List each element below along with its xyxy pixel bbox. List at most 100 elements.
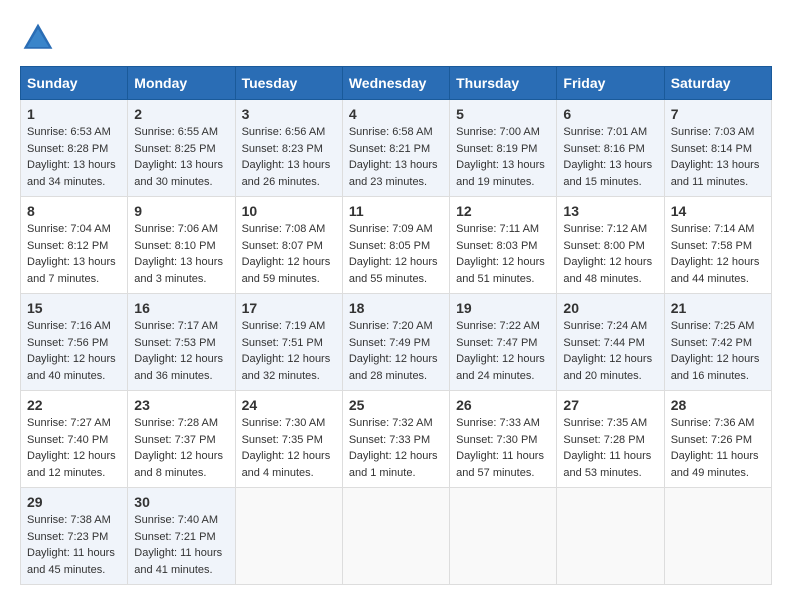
sunrise-text: Sunrise: 7:14 AM: [671, 223, 755, 235]
day-info: Sunrise: 7:11 AM Sunset: 8:03 PM Daylight:…: [456, 221, 550, 287]
day-number: 18: [349, 300, 443, 316]
day-number: 28: [671, 397, 765, 413]
sunrise-text: Sunrise: 7:38 AM: [27, 514, 111, 526]
day-number: 25: [349, 397, 443, 413]
sunrise-text: Sunrise: 7:36 AM: [671, 417, 755, 429]
day-info: Sunrise: 7:12 AMSunset: 8:00 PMDaylight:…: [563, 221, 657, 287]
calendar-day-cell: 2 Sunrise: 6:55 AM Sunset: 8:25 PM Daylight…: [128, 100, 235, 197]
day-info: Sunrise: 7:24 AMSunset: 7:44 PMDaylight:…: [563, 318, 657, 384]
day-info: Sunrise: 7:40 AMSunset: 7:21 PMDaylight:…: [134, 512, 228, 578]
calendar-day-cell: [235, 488, 342, 585]
day-number: 7: [671, 106, 765, 122]
daylight-text: Daylight: 12 hours and 51 minutes.: [456, 256, 545, 285]
day-info: Sunrise: 7:08 AMSunset: 8:07 PMDaylight:…: [242, 221, 336, 287]
sunset-text: Sunset: 7:30 PM: [456, 434, 537, 446]
day-number: 29: [27, 494, 121, 510]
sunset-text: Sunset: 7:53 PM: [134, 337, 215, 349]
calendar-week-row: 15 Sunrise: 7:16 AMSunset: 7:56 PMDayligh…: [21, 294, 772, 391]
sunset-text: Sunset: 8:03 PM: [456, 240, 537, 252]
calendar-day-cell: 4Sunrise: 6:58 AMSunset: 8:21 PMDaylight…: [342, 100, 449, 197]
daylight-text: Daylight: 13 hours and 19 minutes.: [456, 159, 545, 188]
sunrise-text: Sunrise: 7:16 AM: [27, 320, 111, 332]
sunrise-text: Sunrise: 7:25 AM: [671, 320, 755, 332]
calendar-day-cell: [664, 488, 771, 585]
calendar-day-cell: 29 Sunrise: 7:38 AM Sunset: 7:23 PM Dayligh…: [21, 488, 128, 585]
day-number: 2: [134, 106, 228, 122]
day-info: Sunrise: 7:38 AM Sunset: 7:23 PM Daylight:…: [27, 512, 121, 578]
calendar-week-row: 22Sunrise: 7:27 AMSunset: 7:40 PMDayligh…: [21, 391, 772, 488]
daylight-text: Daylight: 11 hours and 45 minutes.: [27, 547, 115, 576]
calendar-day-cell: 14 Sunrise: 7:14 AMSunset: 7:58 PMDayligh…: [664, 197, 771, 294]
calendar-day-cell: 22Sunrise: 7:27 AMSunset: 7:40 PMDayligh…: [21, 391, 128, 488]
day-info: Sunrise: 7:25 AMSunset: 7:42 PMDaylight:…: [671, 318, 765, 384]
day-number: 13: [563, 203, 657, 219]
sunset-text: Sunset: 7:26 PM: [671, 434, 752, 446]
day-number: 16: [134, 300, 228, 316]
daylight-text: Daylight: 13 hours and 23 minutes.: [349, 159, 438, 188]
daylight-text: Daylight: 13 hours and 30 minutes.: [134, 159, 223, 188]
calendar-day-cell: 30Sunrise: 7:40 AMSunset: 7:21 PMDayligh…: [128, 488, 235, 585]
calendar-week-row: 1Sunrise: 6:53 AMSunset: 8:28 PMDaylight…: [21, 100, 772, 197]
daylight-text: Daylight: 11 hours and 41 minutes.: [134, 547, 222, 576]
sunset-text: Sunset: 7:51 PM: [242, 337, 323, 349]
day-number: 10: [242, 203, 336, 219]
sunrise-text: Sunrise: 7:11 AM: [456, 223, 539, 235]
calendar-day-cell: 23Sunrise: 7:28 AMSunset: 7:37 PMDayligh…: [128, 391, 235, 488]
day-of-week-header: Saturday: [664, 67, 771, 100]
sunrise-text: Sunrise: 7:03 AM: [671, 126, 755, 138]
day-info: Sunrise: 7:17 AMSunset: 7:53 PMDaylight:…: [134, 318, 228, 384]
day-info: Sunrise: 7:20 AMSunset: 7:49 PMDaylight:…: [349, 318, 443, 384]
daylight-text: Daylight: 12 hours and 44 minutes.: [671, 256, 760, 285]
day-number: 4: [349, 106, 443, 122]
calendar-day-cell: 15 Sunrise: 7:16 AMSunset: 7:56 PMDayligh…: [21, 294, 128, 391]
daylight-text: Daylight: 12 hours and 48 minutes.: [563, 256, 652, 285]
sunrise-text: Sunrise: 6:55 AM: [134, 126, 218, 138]
day-number: 21: [671, 300, 765, 316]
sunrise-text: Sunrise: 7:22 AM: [456, 320, 540, 332]
day-info: Sunrise: 7:04 AMSunset: 8:12 PMDaylight:…: [27, 221, 121, 287]
calendar-week-row: 8Sunrise: 7:04 AMSunset: 8:12 PMDaylight…: [21, 197, 772, 294]
day-info: Sunrise: 7:14 AMSunset: 7:58 PMDaylight:…: [671, 221, 765, 287]
day-number: 14: [671, 203, 765, 219]
sunrise-text: Sunrise: 6:58 AM: [349, 126, 433, 138]
daylight-text: Daylight: 12 hours and 55 minutes.: [349, 256, 438, 285]
calendar-week-row: 29 Sunrise: 7:38 AM Sunset: 7:23 PM Dayligh…: [21, 488, 772, 585]
calendar-day-cell: 11Sunrise: 7:09 AMSunset: 8:05 PMDayligh…: [342, 197, 449, 294]
daylight-text: Daylight: 12 hours and 32 minutes.: [242, 353, 331, 382]
daylight-text: Daylight: 12 hours and 59 minutes.: [242, 256, 331, 285]
day-info: Sunrise: 6:55 AM Sunset: 8:25 PM Daylight:…: [134, 124, 228, 190]
day-of-week-header: Sunday: [21, 67, 128, 100]
sunrise-text: Sunrise: 7:08 AM: [242, 223, 326, 235]
daylight-text: Daylight: 12 hours and 40 minutes.: [27, 353, 116, 382]
day-number: 22: [27, 397, 121, 413]
day-number: 9: [134, 203, 228, 219]
daylight-text: Daylight: 13 hours and 34 minutes.: [27, 159, 116, 188]
day-number: 19: [456, 300, 550, 316]
daylight-text: Daylight: 12 hours and 1 minute.: [349, 450, 438, 479]
calendar-day-cell: 5Sunrise: 7:00 AMSunset: 8:19 PMDaylight…: [450, 100, 557, 197]
calendar-table: SundayMondayTuesdayWednesdayThursdayFrid…: [20, 66, 772, 585]
calendar-day-cell: 28Sunrise: 7:36 AMSunset: 7:26 PMDayligh…: [664, 391, 771, 488]
daylight-text: Daylight: 11 hours and 53 minutes.: [563, 450, 651, 479]
sunset-text: Sunset: 8:16 PM: [563, 143, 644, 155]
logo: [20, 20, 60, 56]
sunset-text: Sunset: 7:47 PM: [456, 337, 537, 349]
day-of-week-header: Thursday: [450, 67, 557, 100]
sunset-text: Sunset: 7:23 PM: [27, 531, 108, 543]
calendar-header-row: SundayMondayTuesdayWednesdayThursdayFrid…: [21, 67, 772, 100]
sunrise-text: Sunrise: 7:04 AM: [27, 223, 111, 235]
sunset-text: Sunset: 7:37 PM: [134, 434, 215, 446]
sunset-text: Sunset: 8:25 PM: [134, 143, 215, 155]
daylight-text: Daylight: 13 hours and 26 minutes.: [242, 159, 331, 188]
calendar-day-cell: [342, 488, 449, 585]
sunset-text: Sunset: 8:14 PM: [671, 143, 752, 155]
day-number: 3: [242, 106, 336, 122]
sunset-text: Sunset: 7:49 PM: [349, 337, 430, 349]
day-info: Sunrise: 7:19 AMSunset: 7:51 PMDaylight:…: [242, 318, 336, 384]
page-header: [20, 20, 772, 56]
day-number: 15: [27, 300, 121, 316]
calendar-day-cell: 12Sunrise: 7:11 AMSunset: 8:03 PMDayligh…: [450, 197, 557, 294]
day-info: Sunrise: 7:09 AMSunset: 8:05 PMDaylight:…: [349, 221, 443, 287]
day-info: Sunrise: 7:16 AMSunset: 7:56 PMDaylight:…: [27, 318, 121, 384]
sunset-text: Sunset: 8:05 PM: [349, 240, 430, 252]
